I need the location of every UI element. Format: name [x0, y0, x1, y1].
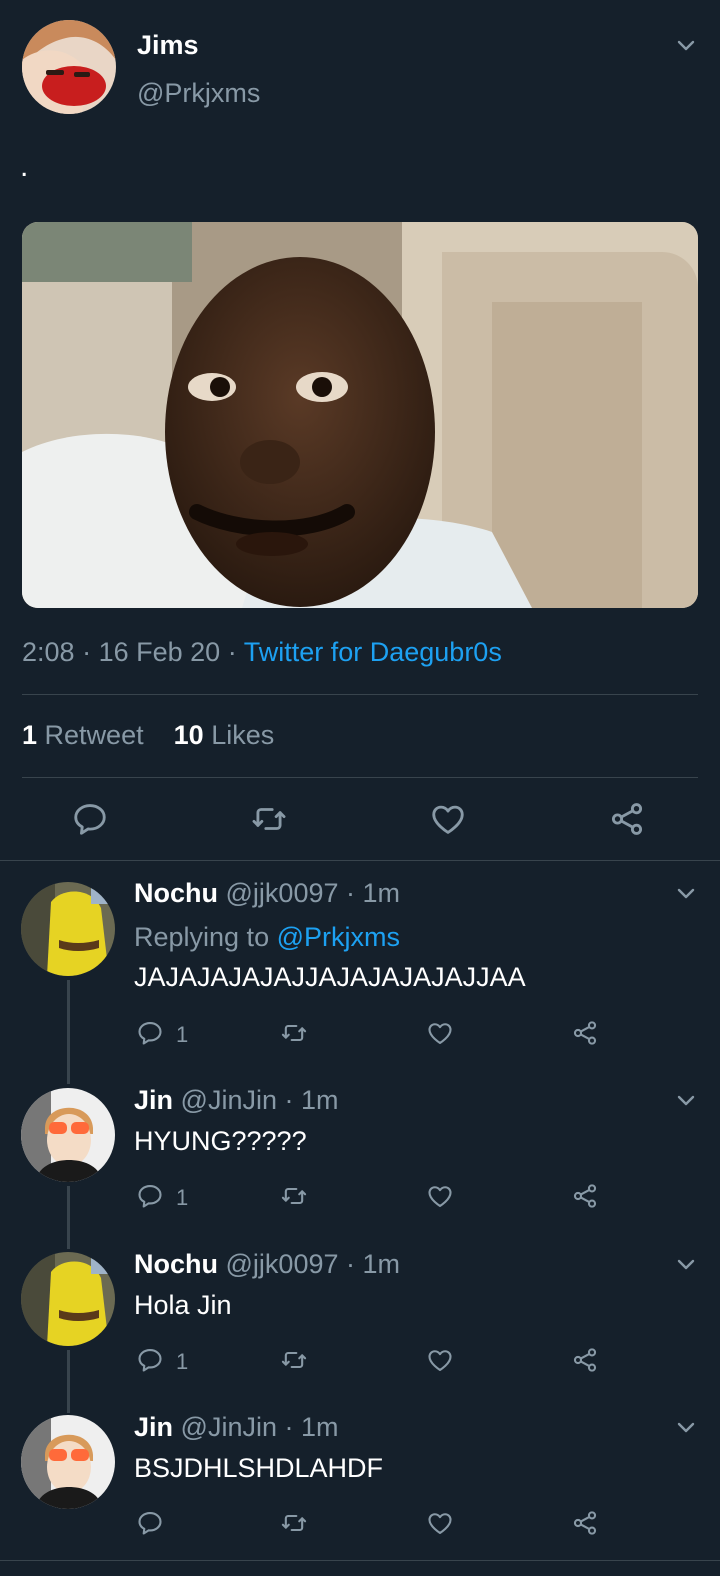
replying-to-label: Replying to — [134, 922, 270, 952]
reply-author-handle[interactable]: @jjk0097 — [226, 878, 339, 908]
like-count: 10 — [173, 720, 204, 750]
retweet-label: Retweet — [44, 720, 144, 750]
retweet-count: 1 — [22, 720, 38, 750]
reply-icon[interactable] — [71, 800, 109, 838]
retweet-icon[interactable] — [280, 1019, 308, 1047]
retweet-icon[interactable] — [280, 1346, 308, 1374]
reply-author-name[interactable]: Jin — [134, 1412, 173, 1442]
reply-author-handle[interactable]: @JinJin — [181, 1085, 277, 1115]
tweet-stats: 1 Retweet 10 Likes — [22, 720, 274, 751]
retweet-icon[interactable] — [280, 1182, 308, 1210]
reply-author-name[interactable]: Jin — [134, 1085, 173, 1115]
replying-to-handle[interactable]: @Prkjxms — [277, 922, 400, 952]
author-avatar[interactable] — [22, 20, 116, 114]
reply-avatar[interactable] — [21, 1088, 115, 1182]
reply-count: 1 — [176, 1185, 189, 1210]
like-icon[interactable] — [426, 1509, 454, 1537]
reply-author-name[interactable]: Nochu — [134, 878, 218, 908]
chevron-down-icon[interactable] — [674, 34, 698, 58]
tweet-time: 2:08 — [22, 637, 75, 667]
retweets-stat[interactable]: 1 Retweet — [22, 720, 144, 750]
divider — [0, 1560, 720, 1561]
reply-text: HYUNG????? — [134, 1126, 307, 1156]
reply-header: Jin @JinJin · 1m — [134, 1085, 339, 1116]
divider — [22, 777, 698, 778]
replying-to: Replying to @Prkjxms — [134, 922, 400, 953]
share-icon[interactable] — [571, 1019, 599, 1047]
share-icon[interactable] — [571, 1509, 599, 1537]
author-handle[interactable]: @Prkjxms — [137, 78, 260, 109]
reply-text: JAJAJAJAJAJJAJAJAJAJAJJAA — [134, 962, 526, 992]
share-icon[interactable] — [571, 1346, 599, 1374]
reply-icon[interactable] — [136, 1509, 164, 1537]
tweet-meta: 2:08 · 16 Feb 20 · Twitter for Daegubr0s — [22, 637, 502, 668]
reply-header: Nochu @jjk0097 · 1m — [134, 878, 400, 909]
share-icon[interactable] — [608, 800, 646, 838]
like-icon[interactable] — [426, 1346, 454, 1374]
author-name[interactable]: Jims — [137, 30, 199, 61]
divider — [22, 694, 698, 695]
reply-time: · 1m — [284, 1085, 339, 1115]
reply-header: Jin @JinJin · 1m — [134, 1412, 339, 1443]
like-icon[interactable] — [429, 800, 467, 838]
reply-author-handle[interactable]: @jjk0097 — [226, 1249, 339, 1279]
tweet-text: . — [20, 150, 29, 183]
thread-line — [67, 1350, 70, 1413]
reply-header: Nochu @jjk0097 · 1m — [134, 1249, 400, 1280]
thread-line — [67, 1186, 70, 1249]
likes-stat[interactable]: 10 Likes — [174, 720, 275, 750]
reply-avatar[interactable] — [21, 1252, 115, 1346]
reply-author-name[interactable]: Nochu — [134, 1249, 218, 1279]
tweet-media-image[interactable] — [22, 222, 698, 608]
like-icon[interactable] — [426, 1182, 454, 1210]
chevron-down-icon[interactable] — [674, 1253, 698, 1277]
reply-avatar[interactable] — [21, 882, 115, 976]
tweet-source-link[interactable]: Twitter for Daegubr0s — [244, 637, 502, 667]
reply-count: 1 — [176, 1022, 189, 1047]
chevron-down-icon[interactable] — [674, 882, 698, 906]
reply-icon[interactable] — [136, 1346, 164, 1374]
reply-author-handle[interactable]: @JinJin — [181, 1412, 277, 1442]
reply-time: · 1m — [346, 878, 401, 908]
meta-separator: · — [82, 637, 92, 667]
chevron-down-icon[interactable] — [674, 1416, 698, 1440]
retweet-icon[interactable] — [250, 800, 288, 838]
reply-count: 1 — [176, 1349, 189, 1374]
reply-text: Hola Jin — [134, 1290, 232, 1320]
thread-line — [67, 980, 70, 1084]
reply-icon[interactable] — [136, 1182, 164, 1210]
reply-time: · 1m — [284, 1412, 339, 1442]
like-icon[interactable] — [426, 1019, 454, 1047]
chevron-down-icon[interactable] — [674, 1089, 698, 1113]
reply-time: · 1m — [346, 1249, 401, 1279]
meta-separator: · — [227, 637, 237, 667]
reply-icon[interactable] — [136, 1019, 164, 1047]
divider — [0, 860, 720, 861]
reply-text: BSJDHLSHDLAHDF — [134, 1453, 384, 1483]
share-icon[interactable] — [571, 1182, 599, 1210]
reply-avatar[interactable] — [21, 1415, 115, 1509]
like-label: Likes — [211, 720, 275, 750]
retweet-icon[interactable] — [280, 1509, 308, 1537]
tweet-date: 16 Feb 20 — [98, 637, 221, 667]
